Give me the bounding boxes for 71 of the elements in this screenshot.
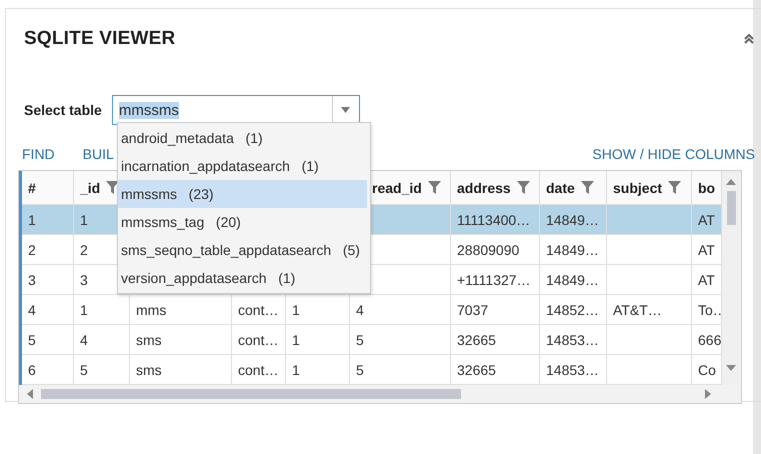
dropdown-option[interactable]: version_appdatasearch (1): [118, 264, 367, 292]
dropdown-option[interactable]: android_metadata (1): [118, 124, 367, 152]
scrollbar-thumb[interactable]: [41, 389, 461, 399]
table-cell: 14853…: [540, 355, 607, 385]
table-cell: 5: [350, 355, 451, 385]
column-title: #: [28, 180, 36, 196]
caret-icon[interactable]: [341, 107, 350, 113]
table-cell: 14849…: [540, 265, 607, 295]
table-cell: cont…: [232, 295, 286, 325]
table-cell: 1: [22, 205, 74, 235]
column-title: _id: [80, 180, 100, 196]
table-dropdown[interactable]: mmssms: [112, 95, 360, 125]
table-cell: 1: [286, 325, 350, 355]
select-table-label: Select table: [24, 102, 102, 118]
column-header[interactable]: #: [22, 171, 74, 205]
table-cell: AT: [692, 205, 722, 235]
table-cell: 5: [350, 325, 451, 355]
table-cell: 1: [286, 295, 350, 325]
column-title: subject: [613, 180, 662, 196]
scroll-up-icon[interactable]: [726, 179, 736, 185]
column-header[interactable]: date: [540, 171, 607, 205]
column-title: date: [546, 180, 575, 196]
toolbar-link[interactable]: FIND: [22, 146, 55, 162]
page-scrollbar[interactable]: [753, 0, 761, 454]
column-header[interactable]: bo: [692, 171, 722, 205]
table-cell: mms: [130, 295, 232, 325]
column-title: read_id: [372, 180, 422, 196]
toolbar-link[interactable]: BUIL: [82, 146, 114, 162]
table-cell: 6: [22, 355, 74, 385]
table-cell: 14849…: [540, 205, 607, 235]
column-header[interactable]: address: [451, 171, 540, 205]
table-cell: 7037: [451, 295, 540, 325]
panel-title: SQLITE VIEWER: [24, 28, 176, 50]
dropdown-option[interactable]: sms_seqno_table_appdatasearch (5): [118, 236, 367, 264]
column-title: address: [457, 180, 511, 196]
column-title: bo: [698, 180, 716, 196]
table-cell: 32665: [451, 325, 540, 355]
show-hide-columns-link[interactable]: SHOW / HIDE COLUMNS: [592, 146, 755, 162]
table-cell: cont…: [232, 355, 286, 385]
table-cell: 32665: [451, 355, 540, 385]
table-cell: 2: [22, 235, 74, 265]
table-cell: AT&T…: [607, 295, 692, 325]
table-cell: sms: [130, 355, 232, 385]
filter-icon[interactable]: [580, 181, 594, 194]
table-cell: 1: [74, 295, 130, 325]
table-cell: cont…: [232, 325, 286, 355]
table-cell: 4: [350, 295, 451, 325]
filter-icon[interactable]: [516, 181, 530, 194]
scroll-right-icon[interactable]: [705, 389, 711, 399]
table-cell: 4: [22, 295, 74, 325]
table-cell: 28809090: [451, 235, 540, 265]
table-cell: 5: [22, 325, 74, 355]
collapse-icon[interactable]: [743, 33, 755, 45]
table-cell: 5: [74, 355, 130, 385]
table-cell: 11113400…: [451, 205, 540, 235]
column-header[interactable]: subject: [607, 171, 692, 205]
table-cell: 4: [74, 325, 130, 355]
filter-icon[interactable]: [428, 181, 441, 194]
filter-icon[interactable]: [106, 181, 120, 194]
scroll-left-icon[interactable]: [27, 389, 33, 399]
scrollbar-thumb[interactable]: [726, 191, 736, 225]
table-cell: 14852…: [540, 295, 607, 325]
table-cell: 3: [22, 265, 74, 295]
table-cell: 14853…: [540, 325, 607, 355]
table-cell: sms: [130, 325, 232, 355]
table-cell: +1111327…: [451, 265, 540, 295]
scroll-down-icon[interactable]: [726, 365, 736, 371]
filter-icon[interactable]: [668, 181, 682, 194]
table-cell: 1: [286, 355, 350, 385]
table-cell: 14849…: [540, 235, 607, 265]
dropdown-option[interactable]: mmssms (23): [118, 180, 367, 208]
